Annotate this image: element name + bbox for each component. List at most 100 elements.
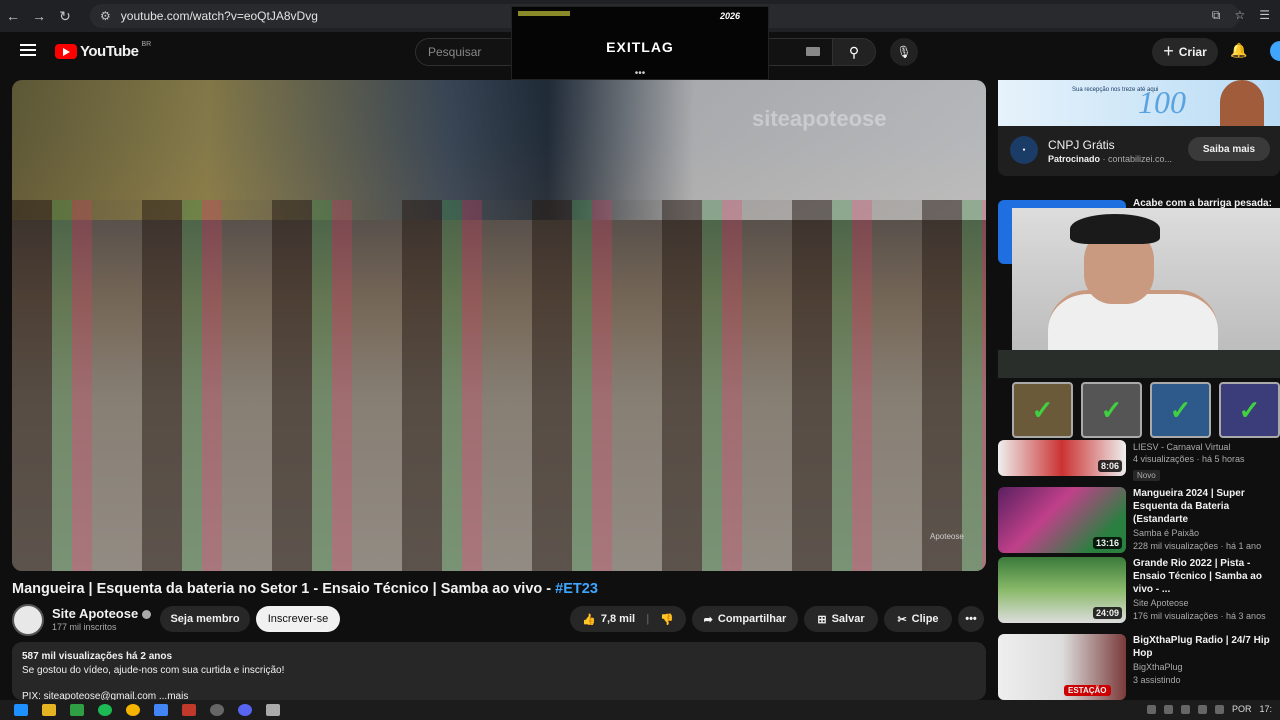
description-box[interactable]: 587 mil visualizações há 2 anos Se gosto… — [12, 642, 986, 702]
video-title-text: Mangueira | Esquenta da bateria no Setor… — [12, 581, 556, 597]
save-button[interactable]: ⊞ Salvar — [804, 606, 878, 632]
store-icon[interactable] — [70, 704, 84, 716]
game-tile-check-icon: ✓ — [1081, 382, 1142, 438]
share-label: Compartilhar — [717, 613, 787, 625]
recommendation-channel: Samba é Paixão — [1133, 528, 1200, 538]
notifications-icon[interactable]: 🔔 — [1230, 42, 1247, 59]
game-tile-check-icon: ✓ — [1012, 382, 1073, 438]
tray-icon[interactable] — [1163, 704, 1173, 714]
app-icon[interactable] — [154, 704, 168, 716]
like-icon[interactable]: 👍 — [582, 613, 596, 626]
hashtag-link[interactable]: #ET23 — [555, 581, 598, 597]
ad-cta-button[interactable]: Saiba mais — [1188, 137, 1270, 161]
wifi-icon[interactable] — [1197, 704, 1207, 714]
share-icon: ➦ — [703, 613, 713, 626]
duration-badge: 24:09 — [1092, 607, 1122, 619]
new-badge: Novo — [1133, 470, 1160, 481]
subscribe-label: Inscrever-se — [267, 613, 329, 625]
game-overlay-tiles: ✓ ✓ ✓ ✓ — [1012, 382, 1280, 438]
duration-badge: 8:06 — [1097, 460, 1122, 472]
overlay-strip — [998, 350, 1280, 378]
language-indicator[interactable]: POR — [1232, 704, 1252, 714]
join-label: Seja membro — [170, 613, 240, 625]
install-icon[interactable]: ⧉ — [1212, 8, 1221, 23]
recommendation-item[interactable]: 8:06 LIESV - Carnaval Virtual 4 visualiz… — [998, 440, 1280, 481]
volume-icon[interactable] — [1214, 704, 1224, 714]
calendar-icon[interactable] — [182, 704, 196, 716]
overlay-progress-bar — [518, 11, 570, 16]
back-icon[interactable]: ← — [0, 8, 26, 24]
recommendation-item[interactable]: 13:16 Mangueira 2024 | Super Esquenta da… — [998, 487, 1280, 553]
search-button[interactable]: ⚲ — [832, 38, 876, 66]
clip-button[interactable]: ✂ Clipe — [884, 606, 952, 632]
overlay-badge: 2026 — [719, 11, 740, 21]
recommendation-title: BigXthaPlug Radio | 24/7 Hip Hop — [1133, 635, 1270, 659]
join-button[interactable]: Seja membro — [160, 606, 250, 632]
forward-icon[interactable]: → — [26, 8, 52, 24]
more-actions-button[interactable]: ••• — [958, 606, 984, 632]
subscriber-count: 177 mil inscritos — [52, 622, 117, 632]
channel-avatar[interactable] — [12, 604, 44, 636]
spotify-icon[interactable] — [98, 704, 112, 716]
recommendation-item[interactable]: ESTAÇÃO BigXthaPlug Radio | 24/7 Hip Hop… — [998, 634, 1280, 700]
exitlag-overlay: 2026 EXITLAG ••• — [511, 6, 769, 80]
like-count[interactable]: 7,8 mil — [601, 613, 635, 625]
recommendation-meta: 4 visualizações · há 5 horas — [1133, 454, 1245, 464]
dislike-icon[interactable]: 👎 — [660, 613, 674, 626]
tray-icon[interactable] — [1146, 704, 1156, 714]
video-corner-watermark: Apoteose — [930, 532, 964, 541]
site-info-icon[interactable]: ⚙ — [100, 9, 111, 23]
youtube-logo[interactable]: YouTube BR — [55, 41, 151, 60]
windows-start-icon[interactable] — [14, 704, 28, 716]
channel-name[interactable]: Site Apoteose — [52, 606, 152, 621]
video-player[interactable]: siteapoteose Apoteose — [12, 80, 986, 571]
account-avatar[interactable] — [1270, 41, 1280, 61]
video-frame-dancers — [12, 200, 986, 571]
recommendation-title: Mangueira 2024 | Super Esquenta da Bater… — [1133, 488, 1245, 525]
recommendation-meta: 3 assistindo — [1133, 675, 1181, 685]
bookmark-star-icon[interactable]: ☆ — [1234, 8, 1245, 23]
recommendation-thumbnail: ESTAÇÃO — [998, 634, 1126, 700]
ad-logo: ● — [1010, 136, 1038, 164]
game-tile-check-icon: ✓ — [1150, 382, 1211, 438]
ad-banner-number: 100 — [1138, 84, 1186, 120]
discord-icon[interactable] — [238, 704, 252, 716]
voice-search-icon[interactable]: 🎙 — [890, 38, 918, 66]
description-line-1: Se gostou do vídeo, ajude-nos com sua cu… — [22, 665, 285, 676]
windows-taskbar: POR 17: — [0, 700, 1280, 720]
recommendation-item[interactable]: 24:09 Grande Rio 2022 | Pista - Ensaio T… — [998, 557, 1280, 623]
ad-sponsored: Patrocinado — [1048, 154, 1101, 164]
search-placeholder: Pesquisar — [428, 45, 482, 59]
overlay-more-icon[interactable]: ••• — [512, 68, 768, 79]
reload-icon[interactable]: ↻ — [52, 8, 78, 25]
ad-domain: · contabilizei.co... — [1100, 154, 1173, 164]
ad-banner-person — [1220, 80, 1264, 126]
subscribe-button[interactable]: Inscrever-se — [256, 606, 340, 632]
duration-badge: 13:16 — [1092, 537, 1122, 549]
share-button[interactable]: ➦ Compartilhar — [692, 606, 798, 632]
recommendation-thumbnail: 8:06 — [998, 440, 1126, 476]
tray-icon[interactable] — [1180, 704, 1190, 714]
keyboard-icon[interactable] — [806, 47, 820, 56]
video-watermark: siteapoteose — [752, 106, 887, 131]
create-label: Criar — [1178, 45, 1207, 59]
file-explorer-icon[interactable] — [42, 704, 56, 716]
clock[interactable]: 17: — [1259, 704, 1272, 714]
recommendation-thumbnail: 13:16 — [998, 487, 1126, 553]
ad-card[interactable]: ● CNPJ Grátis Patrocinado · contabilizei… — [998, 126, 1280, 176]
youtube-wordmark: YouTube — [80, 43, 139, 60]
settings-icon[interactable] — [266, 704, 280, 716]
create-button[interactable]: + Criar — [1152, 38, 1218, 66]
menu-icon[interactable] — [20, 44, 36, 56]
reading-list-icon[interactable]: ☰ — [1259, 8, 1270, 23]
save-label: Salvar — [831, 613, 865, 625]
chrome-icon[interactable] — [126, 704, 140, 716]
like-divider: | — [646, 613, 650, 625]
game-tile-check-icon: ✓ — [1219, 382, 1280, 438]
like-dislike-group: 👍 7,8 mil | 👎 — [570, 606, 686, 632]
search-icon: ⚲ — [848, 43, 860, 60]
channel-name-text: Site Apoteose — [52, 606, 139, 621]
app-icon[interactable] — [210, 704, 224, 716]
video-title: Mangueira | Esquenta da bateria no Setor… — [12, 581, 598, 597]
ad-banner[interactable]: Sua recepção nos treze até aqui 100 — [998, 80, 1280, 126]
